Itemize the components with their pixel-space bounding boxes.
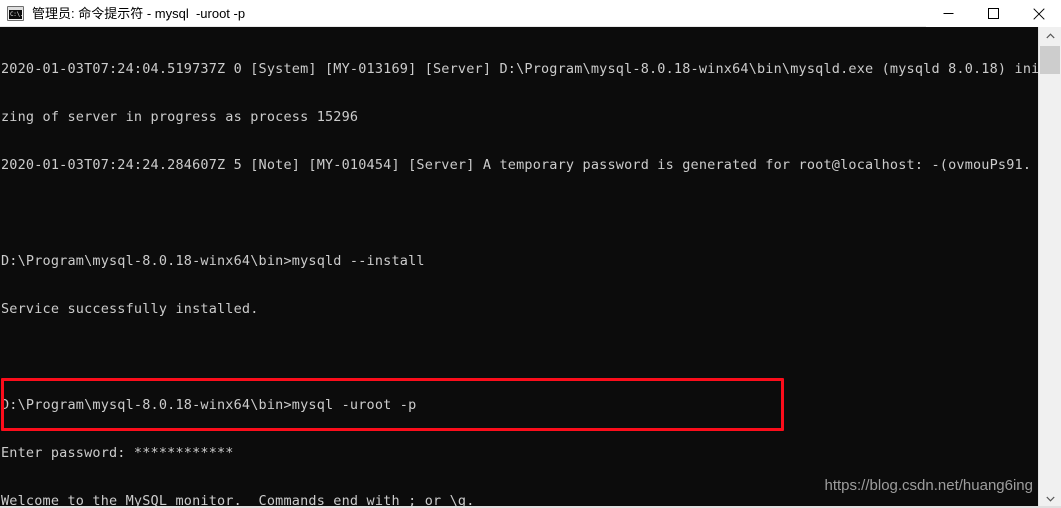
window-title: 管理员: 命令提示符 - mysql -uroot -p xyxy=(32,5,246,21)
minimize-icon xyxy=(943,13,954,14)
window-controls xyxy=(926,0,1061,27)
terminal-lines: 2020-01-03T07:24:04.519737Z 0 [System] [… xyxy=(1,29,1038,508)
terminal-line: D:\Program\mysql-8.0.18-winx64\bin>mysql… xyxy=(1,397,417,413)
close-button[interactable] xyxy=(1016,0,1061,27)
watermark-text: https://blog.csdn.net/huang6ing xyxy=(824,477,1034,494)
terminal-output-area[interactable]: 2020-01-03T07:24:04.519737Z 0 [System] [… xyxy=(0,27,1038,508)
terminal-line: Enter password: ************ xyxy=(1,445,234,461)
terminal-line: Service successfully installed. xyxy=(1,301,259,317)
maximize-icon xyxy=(988,8,999,19)
maximize-button[interactable] xyxy=(971,0,1016,27)
minimize-button[interactable] xyxy=(926,0,971,27)
terminal-line: 2020-01-03T07:24:04.519737Z 0 [System] [… xyxy=(1,61,1038,77)
chevron-up-icon xyxy=(1045,33,1055,39)
scrollbar-thumb[interactable] xyxy=(1040,46,1060,74)
window-titlebar[interactable]: C:\. 管理员: 命令提示符 - mysql -uroot -p xyxy=(0,0,1061,27)
terminal-line: zing of server in progress as process 15… xyxy=(1,109,359,125)
chevron-down-icon xyxy=(1045,496,1055,502)
scroll-up-button[interactable] xyxy=(1039,27,1061,45)
cmd-console-icon: C:\. xyxy=(7,5,24,21)
close-icon xyxy=(1032,7,1045,20)
terminal-line: 2020-01-03T07:24:24.284607Z 5 [Note] [MY… xyxy=(1,157,1032,173)
cmd-window: C:\. 管理员: 命令提示符 - mysql -uroot -p 2020-0… xyxy=(0,0,1061,508)
vertical-scrollbar[interactable] xyxy=(1038,27,1061,508)
cmd-icon-text: C:\. xyxy=(10,10,24,18)
terminal-line: D:\Program\mysql-8.0.18-winx64\bin>mysql… xyxy=(1,253,425,269)
